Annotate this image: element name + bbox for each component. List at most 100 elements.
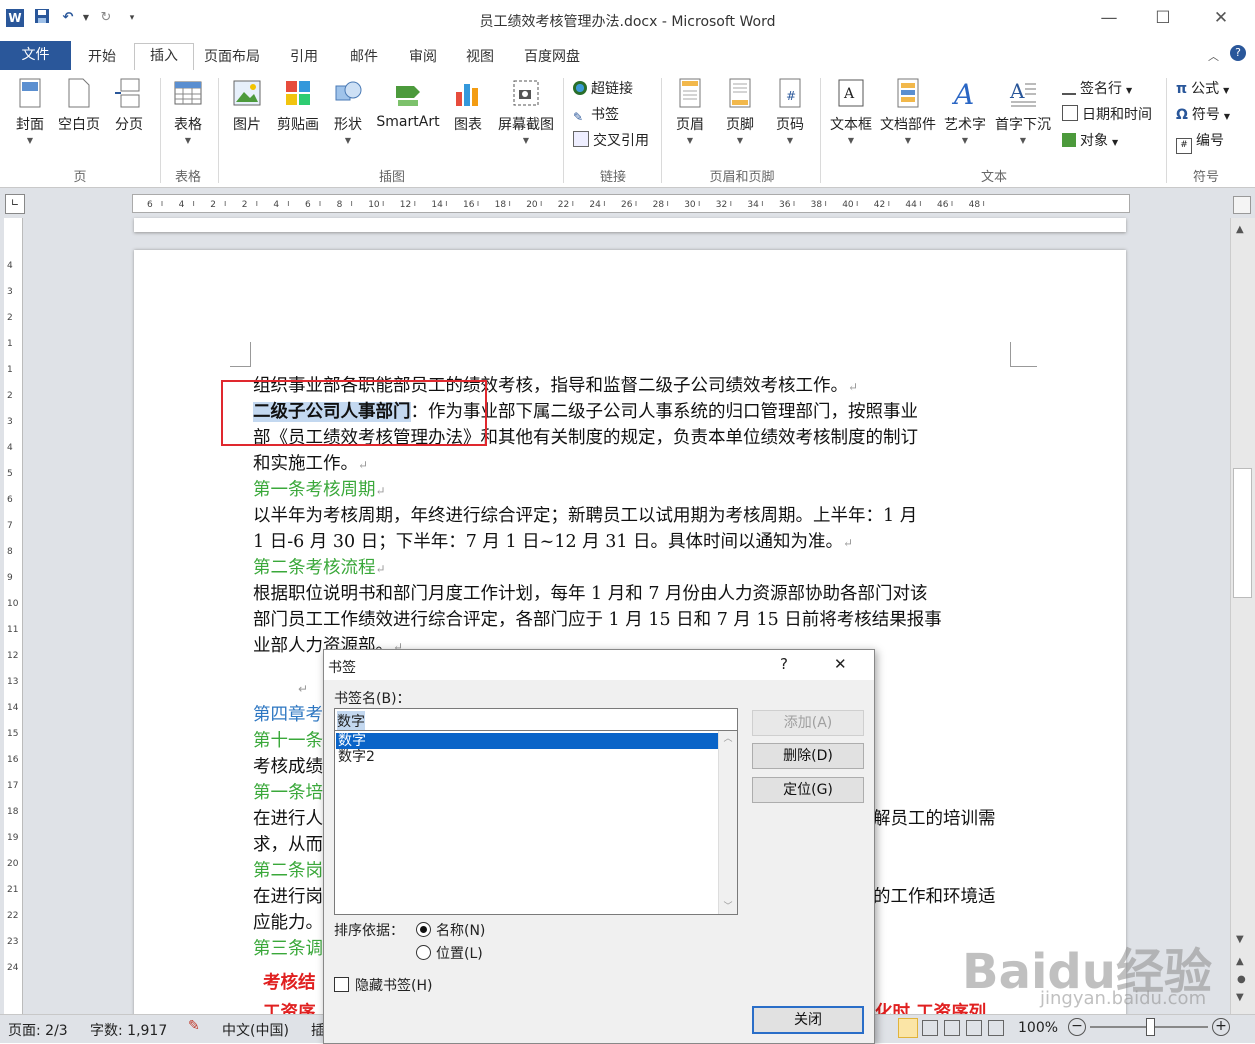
list-scrollbar[interactable]: ︿ ﹀ <box>718 731 737 914</box>
zoom-level[interactable]: 100% <box>1018 1020 1058 1036</box>
zoom-out-icon[interactable]: − <box>1068 1018 1086 1036</box>
blank-page-button[interactable]: 空白页 <box>55 78 103 134</box>
cover-page-button[interactable]: 封面 ▼ <box>10 78 50 145</box>
numbering-button[interactable]: # 编号 <box>1176 130 1224 154</box>
delete-bookmark-button[interactable]: 删除(D) <box>752 743 864 769</box>
sort-by-location-radio[interactable] <box>416 945 431 960</box>
screenshot-button[interactable]: 屏幕截图 ▼ <box>494 78 558 145</box>
header-icon <box>676 78 704 108</box>
full-screen-reading-icon[interactable] <box>922 1020 938 1036</box>
add-bookmark-button[interactable]: 添加(A) <box>752 710 864 736</box>
previous-page-icon[interactable]: ▲ <box>1236 956 1244 967</box>
tab-mailings[interactable]: 邮件 <box>346 46 382 70</box>
zoom-in-icon[interactable]: + <box>1212 1018 1230 1036</box>
clip-art-button[interactable]: 剪贴画 <box>273 78 323 134</box>
cross-reference-button[interactable]: 交叉引用 <box>573 130 649 150</box>
header-label: 页眉 <box>676 117 704 133</box>
tab-references[interactable]: 引用 <box>286 46 322 70</box>
vruler-label: 4 <box>7 261 13 271</box>
tab-view[interactable]: 视图 <box>462 46 498 70</box>
ruler-label: 24 <box>589 200 601 210</box>
proofing-icon[interactable]: ✎ <box>188 1018 200 1034</box>
sort-by-name-radio[interactable] <box>416 922 431 937</box>
hidden-bookmarks-label[interactable]: 隐藏书签(H) <box>355 975 432 995</box>
paragraph-line: 考核成绩 <box>253 757 323 777</box>
wordart-button[interactable]: A 艺术字 ▼ <box>942 78 988 145</box>
heading-text: 第一条考核周期 <box>253 480 376 500</box>
collapse-ribbon-icon[interactable]: ︿ <box>1208 48 1219 64</box>
zoom-slider-thumb[interactable] <box>1146 1018 1155 1036</box>
view-ruler-icon[interactable] <box>1233 196 1251 214</box>
draft-icon[interactable] <box>988 1020 1004 1036</box>
chart-button[interactable]: 图表 <box>450 78 486 134</box>
sort-by-location-label[interactable]: 位置(L) <box>436 943 483 963</box>
dialog-close-icon[interactable]: ✕ <box>834 655 847 673</box>
goto-bookmark-button[interactable]: 定位(G) <box>752 777 864 803</box>
page-break-button[interactable]: 分页 <box>110 78 148 134</box>
word-count[interactable]: 字数: 1,917 <box>90 1020 167 1040</box>
tab-page-layout[interactable]: 页面布局 <box>200 46 264 70</box>
tab-review[interactable]: 审阅 <box>405 46 441 70</box>
bookmark-button[interactable]: ✎ 书签 <box>573 104 619 124</box>
page-indicator[interactable]: 页面: 2/3 <box>8 1020 68 1040</box>
browse-object-icon[interactable]: ● <box>1237 974 1246 985</box>
equation-button[interactable]: π 公式 ▼ <box>1176 78 1229 98</box>
scrollbar-thumb[interactable] <box>1233 468 1252 598</box>
scroll-up-icon[interactable]: ▲ <box>1236 224 1244 235</box>
horizontal-ruler[interactable]: 6 4 2 2 4 6 8 10 12 14 16 18 20 22 24 26 28 30 32 34 36 38 40 4… <box>132 194 1130 213</box>
chevron-down-icon: ▼ <box>1223 112 1231 121</box>
language-indicator[interactable]: 中文(中国) <box>222 1020 289 1040</box>
smartart-label: SmartArt <box>376 114 440 130</box>
cross-reference-label: 交叉引用 <box>593 133 649 149</box>
numbering-label: 编号 <box>1196 133 1224 149</box>
dialog-help-button[interactable]: ? <box>780 655 788 673</box>
next-page-icon[interactable]: ▼ <box>1236 992 1244 1003</box>
table-button[interactable]: 表格 ▼ <box>168 78 208 145</box>
web-layout-icon[interactable] <box>944 1020 960 1036</box>
help-icon[interactable]: ? <box>1230 45 1246 61</box>
smartart-button[interactable]: SmartArt <box>374 78 442 130</box>
bookmark-list-item[interactable]: 数字2 <box>336 749 718 765</box>
tab-baidu-netdisk[interactable]: 百度网盘 <box>520 46 584 70</box>
print-layout-icon[interactable] <box>898 1018 918 1038</box>
vruler-label: 2 <box>7 391 13 401</box>
margin-corner-right <box>1010 342 1037 367</box>
blank-page-icon <box>65 78 93 108</box>
textbox-button[interactable]: A 文本框 ▼ <box>828 78 874 145</box>
scroll-down-icon[interactable]: ▼ <box>1236 934 1244 945</box>
minimize-button[interactable]: — <box>1086 4 1132 32</box>
sort-by-name-label[interactable]: 名称(N) <box>436 920 485 940</box>
hidden-bookmarks-checkbox[interactable] <box>334 977 349 992</box>
date-time-button[interactable]: 日期和时间 <box>1062 104 1152 124</box>
picture-button[interactable]: 图片 <box>228 78 266 134</box>
shapes-button[interactable]: 形状 ▼ <box>330 78 366 145</box>
scroll-up-icon[interactable]: ︿ <box>719 731 737 744</box>
outline-icon[interactable] <box>966 1020 982 1036</box>
tab-home[interactable]: 开始 <box>84 46 120 70</box>
maximize-button[interactable]: ☐ <box>1140 4 1186 32</box>
bookmark-name-field[interactable]: 数字 <box>334 708 738 732</box>
page-number-button[interactable]: # 页码 ▼ <box>772 78 808 145</box>
svg-text:#: # <box>786 89 796 103</box>
quick-parts-button[interactable]: 文档部件 ▼ <box>878 78 938 145</box>
equation-label: 公式 <box>1191 81 1220 97</box>
tab-selector[interactable]: ∟ <box>5 194 25 214</box>
vertical-ruler[interactable]: 4 3 2 1 1 2 3 4 5 6 7 8 9 10 11 12 13 14 15 16 17 18 19 20 21 22 2… <box>4 218 23 1014</box>
close-dialog-button[interactable]: 关闭 <box>752 1006 864 1034</box>
paragraph-line-right: 的工作和环境适 <box>873 887 996 907</box>
hyperlink-button[interactable]: 超链接 <box>573 78 633 98</box>
close-window-button[interactable]: ✕ <box>1198 4 1244 32</box>
vertical-scrollbar[interactable] <box>1230 218 1255 1014</box>
header-button[interactable]: 页眉 ▼ <box>672 78 708 145</box>
drop-cap-button[interactable]: A 首字下沉 ▼ <box>992 78 1054 145</box>
bookmark-list[interactable]: 数字 数字2 ︿ ﹀ <box>334 730 738 915</box>
bookmark-list-item[interactable]: 数字 <box>336 733 718 749</box>
signature-line-button[interactable]: 签名行 ▼ <box>1062 78 1132 98</box>
tab-file[interactable]: 文件 <box>0 41 71 70</box>
ruler-label: 26 <box>621 200 633 210</box>
scroll-down-icon[interactable]: ﹀ <box>719 899 737 912</box>
footer-button[interactable]: 页脚 ▼ <box>722 78 758 145</box>
object-button[interactable]: 对象 ▼ <box>1062 130 1118 150</box>
symbol-button[interactable]: Ω 符号 ▼ <box>1176 104 1230 124</box>
tab-insert[interactable]: 插入 <box>134 43 194 71</box>
